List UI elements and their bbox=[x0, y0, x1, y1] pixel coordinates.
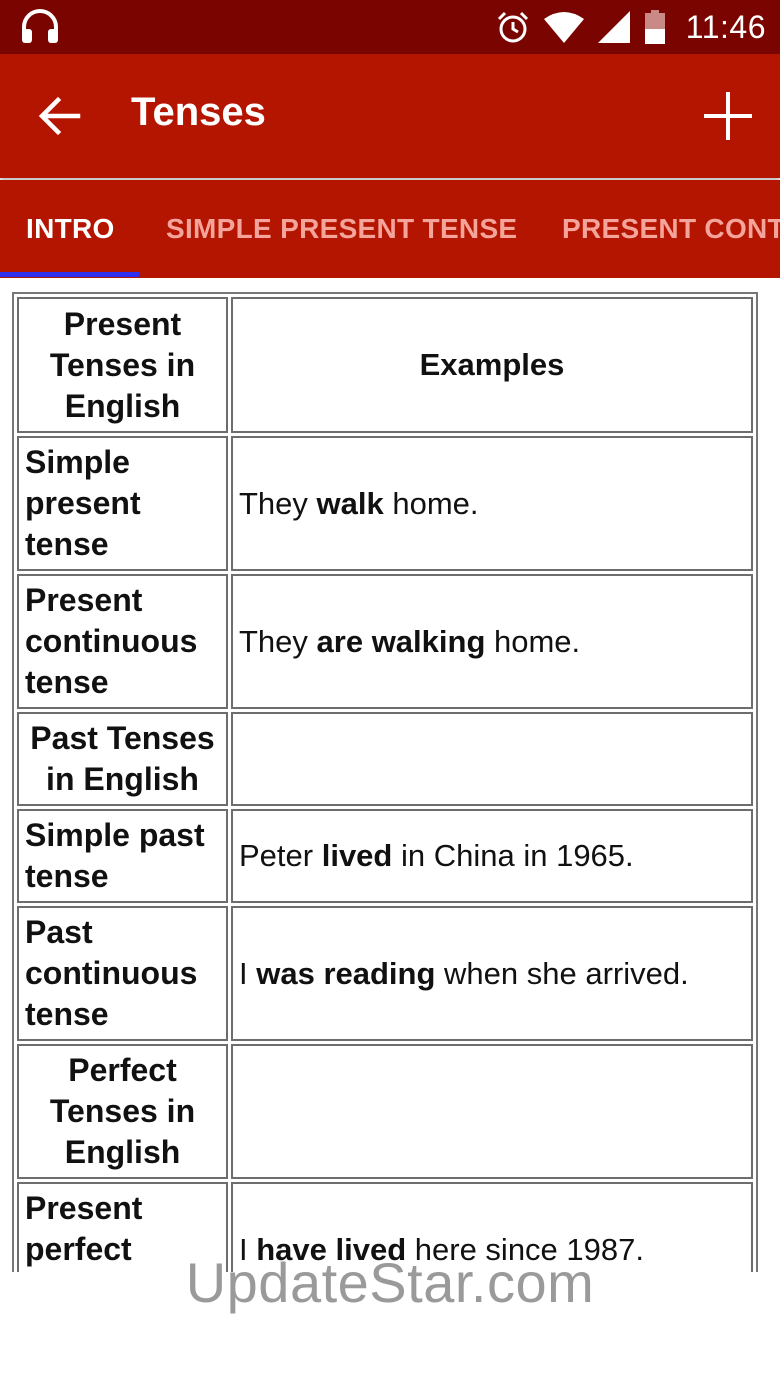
table-row: Past Tenses in English bbox=[17, 712, 753, 806]
example-text: I bbox=[239, 955, 257, 991]
example-verb: are walking bbox=[316, 623, 486, 659]
tense-name-cell: Past continuous tense bbox=[17, 906, 228, 1041]
table-row: Simple past tense Peter lived in China in… bbox=[17, 809, 753, 903]
section-header-cell: Present Tenses in English bbox=[17, 297, 228, 433]
table-row: Present continuous tense They are walking… bbox=[17, 574, 753, 709]
example-verb: lived bbox=[321, 838, 393, 873]
watermark: UpdateStar.com bbox=[185, 1251, 595, 1314]
tab-simple-present-tense[interactable]: SIMPLE PRESENT TENSE bbox=[166, 180, 517, 278]
arrow-left-icon[interactable] bbox=[36, 94, 84, 138]
status-bar: 11:46 bbox=[0, 0, 780, 54]
tab-bar: INTRO SIMPLE PRESENT TENSE PRESENT CONT bbox=[0, 180, 780, 278]
tab-indicator bbox=[0, 272, 139, 277]
tense-name-cell: Simple past tense bbox=[17, 809, 228, 903]
table-row: Present Tenses in English Examples bbox=[17, 297, 753, 433]
example-text: They bbox=[239, 623, 317, 659]
example-text: home. bbox=[383, 485, 479, 521]
example-cell bbox=[231, 1044, 753, 1179]
tense-name-cell: Present continuous tense bbox=[17, 574, 228, 709]
battery-icon bbox=[644, 10, 665, 44]
table-row: Past continuous tense I was reading when … bbox=[17, 906, 753, 1041]
tenses-table: Present Tenses in English Examples Simple … bbox=[12, 292, 758, 1272]
example-text: Peter bbox=[239, 838, 322, 873]
example-cell: Peter lived in China in 1965. bbox=[231, 809, 753, 903]
example-cell bbox=[231, 712, 753, 806]
example-text: in China in 1965. bbox=[392, 838, 634, 873]
example-verb: Examples bbox=[419, 347, 565, 382]
section-header-cell: Past Tenses in English bbox=[17, 712, 228, 806]
example-text: They bbox=[239, 485, 317, 521]
tense-name-cell: Simple present tense bbox=[17, 436, 228, 571]
example-verb: was reading bbox=[256, 955, 436, 991]
table-row: Simple present tense They walk home. bbox=[17, 436, 753, 571]
wifi-icon bbox=[543, 12, 584, 43]
example-text: when she arrived. bbox=[435, 955, 689, 991]
status-time: 11:46 bbox=[685, 8, 766, 45]
headphones-icon bbox=[22, 9, 58, 43]
table-row: Perfect Tenses in English bbox=[17, 1044, 753, 1179]
tab-intro[interactable]: INTRO bbox=[26, 180, 115, 278]
plus-icon[interactable] bbox=[700, 88, 756, 144]
signal-icon bbox=[597, 11, 630, 43]
section-header-cell: Perfect Tenses in English bbox=[17, 1044, 228, 1179]
alarm-icon bbox=[497, 11, 528, 43]
example-cell: They are walking home. bbox=[231, 574, 753, 709]
examples-header-cell: Examples bbox=[231, 297, 753, 433]
status-icons: 11:46 bbox=[496, 0, 766, 54]
example-cell: I was reading when she arrived. bbox=[231, 906, 753, 1041]
content-area[interactable]: Present Tenses in English Examples Simple … bbox=[0, 280, 780, 1272]
tab-present-continuous[interactable]: PRESENT CONT bbox=[562, 180, 780, 278]
example-verb: walk bbox=[316, 485, 384, 521]
example-text: home. bbox=[485, 623, 581, 659]
page-title: Tenses bbox=[131, 90, 266, 134]
app-bar: Tenses bbox=[0, 54, 780, 178]
example-cell: They walk home. bbox=[231, 436, 753, 571]
